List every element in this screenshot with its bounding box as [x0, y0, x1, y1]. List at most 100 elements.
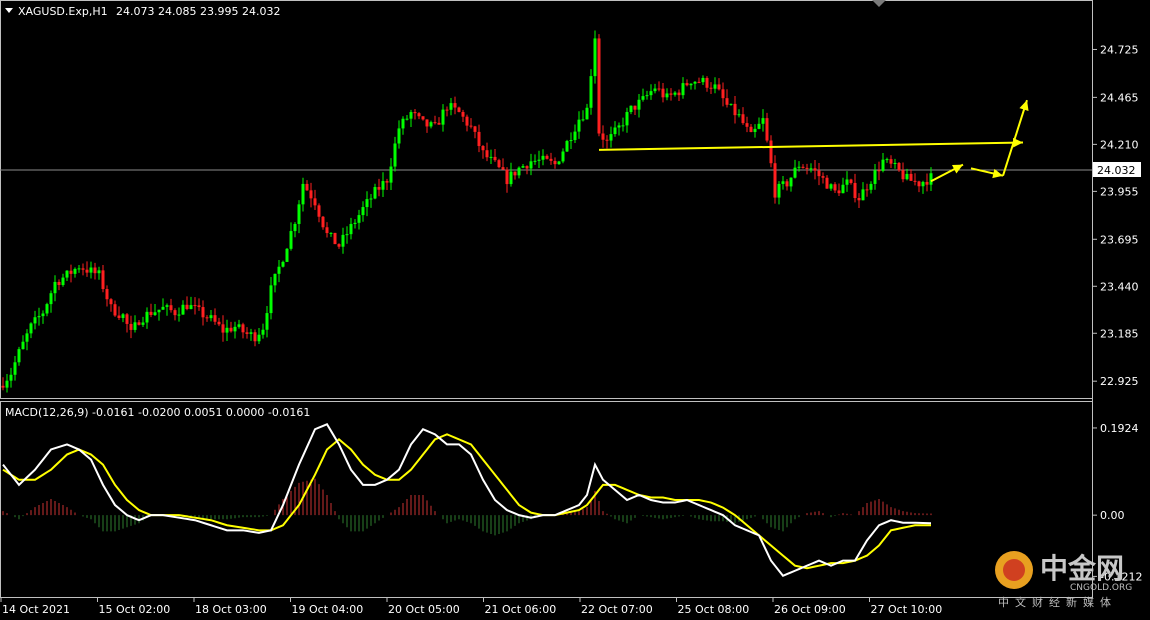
macd-header: MACD(12,26,9) -0.0161 -0.0200 0.0051 0.0…	[5, 406, 310, 419]
candle-body	[797, 166, 801, 168]
macd-tick-label: 0.1924	[1100, 422, 1139, 435]
candle-body	[429, 122, 433, 127]
candle-body	[85, 269, 89, 273]
candle-body	[173, 310, 177, 316]
candle-body	[397, 128, 401, 144]
candle-body	[113, 304, 117, 316]
candle-body	[469, 125, 473, 127]
candle-body	[645, 95, 649, 97]
candle-body	[305, 183, 309, 191]
candle-body	[9, 374, 13, 381]
candle-body	[757, 123, 761, 129]
candle-body	[865, 189, 869, 191]
scroll-marker-icon[interactable]	[872, 0, 886, 7]
ohlc-values: 24.073 24.085 23.995 24.032	[116, 5, 280, 18]
annotation-arrow[interactable]	[1002, 99, 1028, 177]
candle-body	[49, 293, 53, 305]
candle-body	[309, 190, 313, 199]
price-tick-label: 24.210	[1100, 138, 1139, 151]
candle-body	[801, 166, 805, 168]
candle-body	[413, 112, 417, 114]
candle-body	[741, 114, 745, 124]
candle-body	[273, 273, 277, 286]
candle-body	[353, 222, 357, 224]
candle-body	[665, 93, 669, 98]
time-tick-label: 21 Oct 06:00	[485, 603, 557, 616]
candle-body	[569, 140, 573, 142]
candle-body	[721, 89, 725, 99]
macd-panel-border	[0, 401, 1093, 598]
candle-body	[873, 170, 877, 184]
candle-body	[189, 305, 193, 310]
candle-body	[157, 309, 161, 313]
candle-body	[853, 182, 857, 199]
candle-body	[437, 122, 441, 125]
candle-body	[257, 334, 261, 342]
candle-body	[185, 304, 189, 310]
candle-body	[281, 261, 285, 267]
candle-body	[337, 244, 341, 247]
candle-body	[329, 232, 333, 234]
candle-body	[261, 329, 265, 335]
candle-body	[417, 113, 421, 117]
candle-body	[457, 107, 461, 112]
candle-body	[677, 92, 681, 96]
candle-body	[617, 125, 621, 128]
price-axis-ticks: 24.725 24.465 24.210 23.955 23.695 23.440 23.1…	[1092, 43, 1139, 388]
candle-body	[433, 122, 437, 124]
candle-body	[509, 171, 513, 185]
candle-body	[921, 181, 925, 187]
candle-body	[897, 162, 901, 171]
candle-body	[673, 92, 677, 95]
candle-body	[125, 314, 129, 324]
candle-body	[169, 305, 173, 311]
candle-body	[745, 123, 749, 127]
candle-body	[53, 281, 57, 294]
candle-body	[341, 234, 345, 247]
candle-body	[777, 183, 781, 198]
candle-body	[713, 84, 717, 89]
chart-canvas[interactable]: 24.725 24.465 24.210 23.955 23.695 23.440 23.1…	[0, 0, 1150, 620]
macd-line	[2, 422, 932, 578]
candle-body	[321, 216, 325, 228]
candle-body	[601, 133, 605, 140]
candle-body	[501, 167, 505, 170]
candle-body	[513, 171, 517, 176]
candle-body	[317, 205, 321, 217]
candle-body	[593, 38, 597, 77]
candle-body	[93, 267, 97, 274]
candle-body	[493, 156, 497, 161]
candle-body	[165, 305, 169, 307]
candle-body	[477, 131, 481, 147]
candle-body	[581, 119, 585, 121]
candle-body	[521, 166, 525, 168]
resistance-line[interactable]	[598, 141, 1024, 151]
watermark-site: CNGOLD.ORG	[1070, 583, 1132, 593]
candle-body	[269, 285, 273, 314]
watermark: 中金网 CNGOLD.ORG 中文财经新媒体	[995, 551, 1132, 609]
dropdown-triangle-icon[interactable]	[5, 8, 13, 13]
candle-body	[401, 118, 405, 129]
candle-body	[737, 114, 741, 116]
candle-body	[753, 128, 757, 133]
candle-body	[285, 248, 289, 262]
candle-body	[205, 317, 209, 319]
candle-body	[701, 77, 705, 83]
price-tick-label: 22.925	[1100, 375, 1139, 388]
candle-body	[845, 179, 849, 185]
candle-body	[809, 168, 813, 170]
candle-body	[293, 223, 297, 232]
candle-body	[265, 313, 269, 330]
candle-body	[893, 162, 897, 164]
candle-body	[765, 118, 769, 141]
candle-body	[425, 119, 429, 127]
candle-body	[109, 299, 113, 305]
brand-logo-inner-icon	[1003, 559, 1025, 581]
candle-body	[609, 134, 613, 141]
candle-body	[749, 126, 753, 133]
candle-body	[837, 190, 841, 194]
candle-body	[161, 306, 165, 310]
candle-body	[781, 181, 785, 184]
current-price-label: 24.032	[1097, 164, 1136, 177]
candle-body	[297, 204, 301, 224]
